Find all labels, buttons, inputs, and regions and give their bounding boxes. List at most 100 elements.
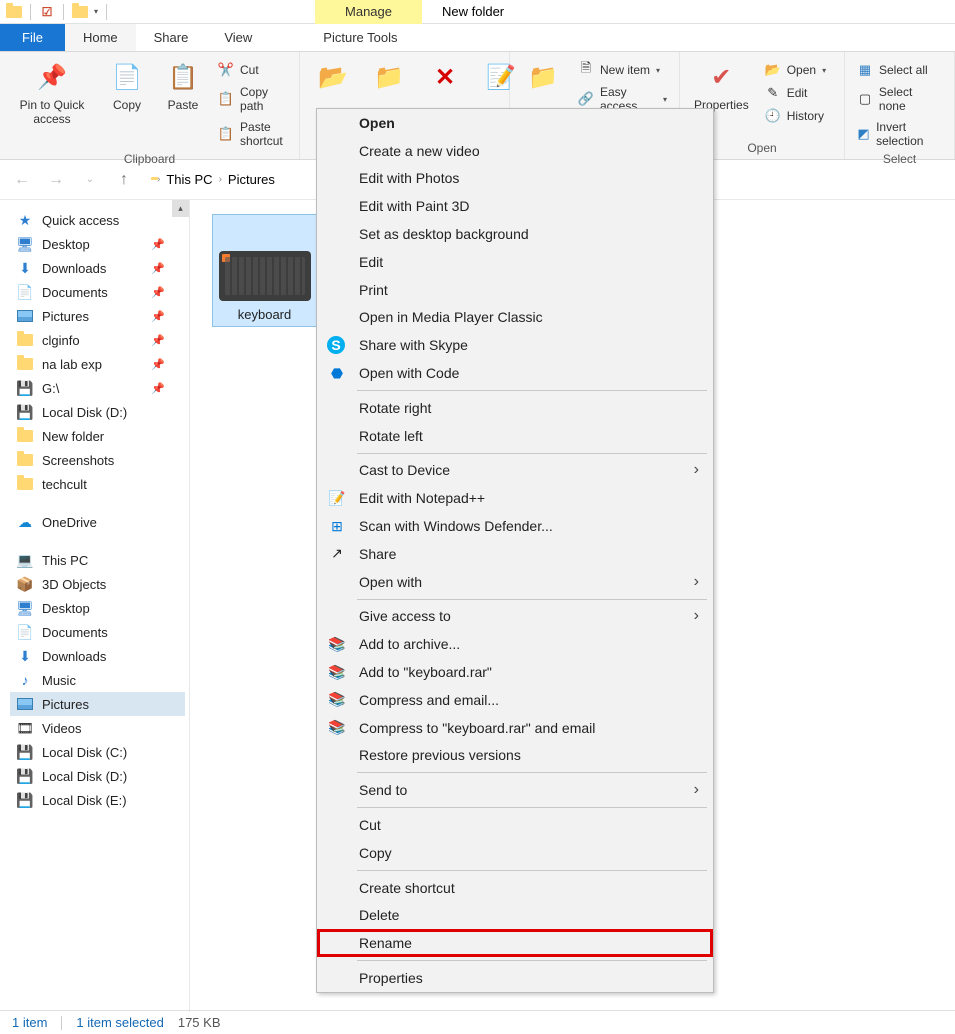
cm-compress-email[interactable]: 📚Compress and email... [317,686,713,714]
cm-restore[interactable]: Restore previous versions [317,742,713,770]
paste-button[interactable]: 📋 Paste [158,56,208,116]
cm-compress-rar-email[interactable]: 📚Compress to "keyboard.rar" and email [317,714,713,742]
cm-give-access[interactable]: Give access to› [317,603,713,631]
file-thumbnail-keyboard[interactable]: keyboard [212,214,317,327]
sidebar-quick-access[interactable]: ★Quick access [10,208,185,232]
cut-button[interactable]: ✂️Cut [214,60,291,80]
sidebar-g-drive[interactable]: 💾G:\📌 [10,376,185,400]
sidebar-newfolder[interactable]: New folder [10,424,185,448]
copy-to-button[interactable]: 📁 [364,56,414,98]
new-folder-button[interactable]: 📁 [518,56,568,98]
select-all-button[interactable]: ▦Select all [853,60,946,80]
cm-mpc[interactable]: Open in Media Player Classic [317,304,713,332]
sidebar-screenshots[interactable]: Screenshots [10,448,185,472]
cm-rename[interactable]: Rename [317,929,713,957]
desktop-icon: 🖥 [16,235,34,253]
recent-dropdown[interactable]: ⌄ [78,168,102,192]
tab-share[interactable]: Share [136,24,207,51]
cm-cut[interactable]: Cut [317,811,713,839]
new-item-icon: 🗎 [578,62,594,78]
navigation-pane[interactable]: ▴ ★Quick access 🖥Desktop📌 ⬇Downloads📌 📄D… [0,200,190,1012]
sidebar-desktop[interactable]: 🖥Desktop📌 [10,232,185,256]
sidebar-ldd2[interactable]: 💾Local Disk (D:) [10,764,185,788]
select-none-button[interactable]: ▢Select none [853,83,946,115]
cm-cast[interactable]: Cast to Device› [317,457,713,485]
cm-delete[interactable]: Delete [317,902,713,930]
open-button[interactable]: 📂Open▾ [761,60,830,80]
sidebar-downloads2[interactable]: ⬇Downloads [10,644,185,668]
folder-icon [16,331,34,349]
open-icon: 📂 [765,62,781,78]
edit-icon: ✎ [765,85,781,101]
sidebar-documents2[interactable]: 📄Documents [10,620,185,644]
cm-share[interactable]: ↗Share [317,540,713,568]
sidebar-downloads[interactable]: ⬇Downloads📌 [10,256,185,280]
cm-rotate-right[interactable]: Rotate right [317,394,713,422]
file-name-label: keyboard [238,307,291,322]
back-button[interactable]: ← [10,168,34,192]
qa-folder-icon[interactable] [72,4,88,20]
pin-icon: 📌 [35,60,69,94]
history-button[interactable]: 🕘History [761,106,830,126]
cm-properties[interactable]: Properties [317,964,713,992]
sidebar-music[interactable]: ♪Music [10,668,185,692]
cm-open[interactable]: Open [317,109,713,137]
sidebar-nalab[interactable]: na lab exp📌 [10,352,185,376]
tab-picture-tools[interactable]: Picture Tools [305,24,415,51]
sidebar-clginfo[interactable]: clginfo📌 [10,328,185,352]
scroll-up-button[interactable]: ▴ [172,200,189,217]
forward-button[interactable]: → [44,168,68,192]
sidebar-techcult[interactable]: techcult [10,472,185,496]
new-item-button[interactable]: 🗎New item▾ [574,60,671,80]
delete-button[interactable]: ✕ [420,56,470,98]
copy-icon: 📄 [110,60,144,94]
cm-add-rar[interactable]: 📚Add to "keyboard.rar" [317,658,713,686]
contextual-tab-manage[interactable]: Manage [315,0,422,24]
edit-button[interactable]: ✎Edit [761,83,830,103]
sidebar-ldc[interactable]: 💾Local Disk (C:) [10,740,185,764]
cm-new-video[interactable]: Create a new video [317,137,713,165]
cm-code[interactable]: ⬣Open with Code [317,359,713,387]
sidebar-pictures[interactable]: Pictures📌 [10,304,185,328]
qat-customize[interactable]: ▾ [94,7,98,16]
pin-quick-access-button[interactable]: 📌 Pin to Quick access [8,56,96,131]
tab-file[interactable]: File [0,24,65,51]
cm-send-to[interactable]: Send to› [317,776,713,804]
cm-rotate-left[interactable]: Rotate left [317,422,713,450]
cm-set-bg[interactable]: Set as desktop background [317,220,713,248]
breadcrumb-pictures[interactable]: Pictures [228,172,275,187]
up-button[interactable]: ↑ [112,168,136,192]
sidebar-lde[interactable]: 💾Local Disk (E:) [10,788,185,812]
sidebar-onedrive[interactable]: ☁OneDrive [10,510,185,534]
cm-paint3d[interactable]: Edit with Paint 3D [317,192,713,220]
sidebar-documents[interactable]: 📄Documents📌 [10,280,185,304]
cm-edit[interactable]: Edit [317,248,713,276]
tab-home[interactable]: Home [65,24,136,51]
copy-path-button[interactable]: 📋Copy path [214,83,291,115]
breadcrumb-this-pc[interactable]: This PC [166,172,212,187]
sidebar-ldd[interactable]: 💾Local Disk (D:) [10,400,185,424]
checkbox-icon[interactable]: ☑ [39,4,55,20]
paste-shortcut-button[interactable]: 📋Paste shortcut [214,118,291,150]
copy-button[interactable]: 📄 Copy [102,56,152,116]
cm-edit-photos[interactable]: Edit with Photos [317,165,713,193]
cm-open-with[interactable]: Open with› [317,568,713,596]
sidebar-videos[interactable]: 🎞Videos [10,716,185,740]
cm-print[interactable]: Print [317,276,713,304]
sidebar-3d[interactable]: 📦3D Objects [10,572,185,596]
sidebar-desktop2[interactable]: 🖥Desktop [10,596,185,620]
easy-access-icon: 🔗 [578,91,594,107]
cm-skype[interactable]: SShare with Skype [317,331,713,359]
cm-add-archive[interactable]: 📚Add to archive... [317,630,713,658]
cm-defender[interactable]: ⊞Scan with Windows Defender... [317,512,713,540]
context-menu: Open Create a new video Edit with Photos… [316,108,714,993]
cm-notepadpp[interactable]: 📝Edit with Notepad++ [317,484,713,512]
sidebar-pictures2[interactable]: Pictures [10,692,185,716]
sidebar-thispc[interactable]: 💻This PC [10,548,185,572]
invert-selection-button[interactable]: ◩Invert selection [853,118,946,150]
tab-view[interactable]: View [206,24,270,51]
pin-icon: 📌 [151,238,165,251]
move-to-button[interactable]: 📂 [308,56,358,98]
cm-copy[interactable]: Copy [317,839,713,867]
cm-create-shortcut[interactable]: Create shortcut [317,874,713,902]
